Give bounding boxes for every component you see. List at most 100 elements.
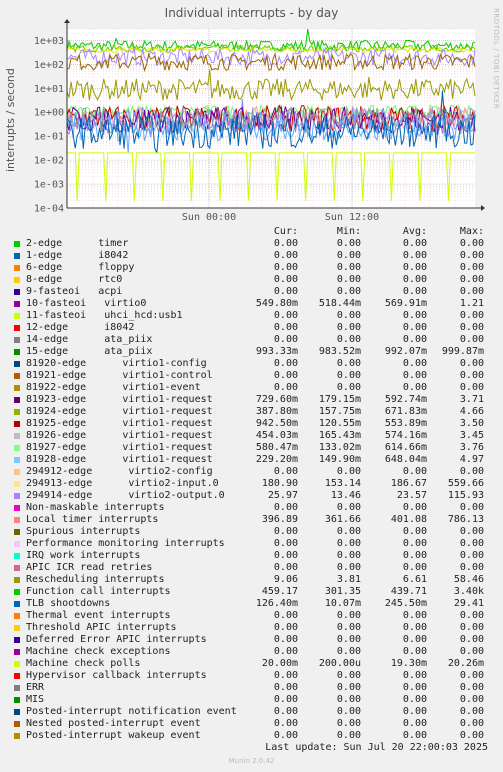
chart-svg: 1e+03 1e+02 1e+01 1e+00 1e-01 1e-02 1e-03 1e-04… xyxy=(34,19,485,223)
legend-swatch xyxy=(14,349,20,355)
legend-swatch xyxy=(14,241,20,247)
legend-max: 0.00 xyxy=(459,610,484,621)
legend-max: 3.45 xyxy=(459,430,484,441)
last-update: Last update: Sun Jul 20 22:00:03 2025 xyxy=(265,742,488,753)
legend-cur: 0.00 xyxy=(273,274,298,285)
legend-label: Posted-interrupt notification event xyxy=(26,706,237,717)
legend-swatch xyxy=(14,493,20,499)
legend-row: 14-edge ata_piix 0.00 0.00 0.00 0.00 xyxy=(0,334,503,346)
legend-min: 518.44m xyxy=(318,298,361,309)
legend-label: Deferred Error APIC interrupts xyxy=(26,634,207,645)
legend-cur: 0.00 xyxy=(273,562,298,573)
legend-max: 4.97 xyxy=(459,454,484,465)
legend-max: 0.00 xyxy=(459,466,484,477)
legend-max: 3.50 xyxy=(459,418,484,429)
legend-min: 0.00 xyxy=(336,370,361,381)
legend-cur: 0.00 xyxy=(273,718,298,729)
legend-swatch xyxy=(14,733,20,739)
legend-label: Local timer interrupts xyxy=(26,514,159,525)
header-max: Max: xyxy=(459,226,484,237)
legend-row: APIC ICR read retries 0.00 0.00 0.00 0.00 xyxy=(0,562,503,574)
legend-row: 8-edge rtc0 0.00 0.00 0.00 0.00 xyxy=(0,274,503,286)
legend-min: 0.00 xyxy=(336,310,361,321)
legend-max: 29.41 xyxy=(453,598,484,609)
legend-label: 15-edge ata_piix xyxy=(26,346,153,357)
legend-swatch xyxy=(14,469,20,475)
legend-swatch xyxy=(14,529,20,535)
legend-label: ERR xyxy=(26,682,45,693)
x-tick-label: Sun 00:00 xyxy=(182,212,236,223)
legend-max: 0.00 xyxy=(459,550,484,561)
legend-max: 3.76 xyxy=(459,442,484,453)
legend-row: TLB shootdowns 126.40m 10.07m 245.50m 29.41 xyxy=(0,598,503,610)
legend-max: 1.21 xyxy=(459,298,484,309)
legend-swatch xyxy=(14,649,20,655)
legend-cur: 942.50m xyxy=(255,418,298,429)
legend-row: MIS 0.00 0.00 0.00 0.00 xyxy=(0,694,503,706)
legend-min: 0.00 xyxy=(336,382,361,393)
legend-swatch xyxy=(14,685,20,691)
legend-row: IRQ work interrupts 0.00 0.00 0.00 0.00 xyxy=(0,550,503,562)
legend-swatch xyxy=(14,721,20,727)
legend-max: 0.00 xyxy=(459,694,484,705)
legend-cur: 0.00 xyxy=(273,382,298,393)
legend-min: 0.00 xyxy=(336,238,361,249)
legend-label: 81921-edge virtio1-control xyxy=(26,370,213,381)
legend-min: 0.00 xyxy=(336,334,361,345)
legend-swatch xyxy=(14,517,20,523)
legend-min: 0.00 xyxy=(336,718,361,729)
legend-max: 0.00 xyxy=(459,730,484,741)
legend-max: 0.00 xyxy=(459,646,484,657)
legend-swatch xyxy=(14,673,20,679)
legend-min: 0.00 xyxy=(336,466,361,477)
legend-label: 294912-edge virtio2-config xyxy=(26,466,213,477)
legend-max: 0.00 xyxy=(459,718,484,729)
legend-row: Nested posted-interrupt event 0.00 0.00 0.0… xyxy=(0,718,503,730)
y-tick-label: 1e-04 xyxy=(34,204,64,215)
legend-max: 3.71 xyxy=(459,394,484,405)
legend-cur: 0.00 xyxy=(273,310,298,321)
legend-swatch xyxy=(14,277,20,283)
legend-max: 786.13 xyxy=(447,514,484,525)
legend-cur: 0.00 xyxy=(273,526,298,537)
legend-max: 999.87m xyxy=(441,346,484,357)
legend-max: 0.00 xyxy=(459,526,484,537)
legend-cur: 0.00 xyxy=(273,502,298,513)
legend-cur: 993.33m xyxy=(255,346,298,357)
legend-label: Thermal event interrupts xyxy=(26,610,171,621)
legend-min: 153.14 xyxy=(324,478,361,489)
y-tick-label: 1e-02 xyxy=(34,156,64,167)
legend-max: 0.00 xyxy=(459,682,484,693)
legend-row: Local timer interrupts 396.89 361.66 401.08… xyxy=(0,514,503,526)
legend-min: 301.35 xyxy=(324,586,361,597)
legend-cur: 0.00 xyxy=(273,334,298,345)
legend-min: 0.00 xyxy=(336,634,361,645)
legend-min: 0.00 xyxy=(336,274,361,285)
legend-cur: 387.80m xyxy=(255,406,298,417)
legend-cur: 180.90 xyxy=(261,478,298,489)
legend-cur: 0.00 xyxy=(273,466,298,477)
legend-swatch xyxy=(14,481,20,487)
legend-swatch xyxy=(14,409,20,415)
y-tick-label: 1e+02 xyxy=(34,60,64,71)
legend-row: 81926-edge virtio1-request 454.03m 165.43m… xyxy=(0,430,503,442)
legend-label: 81924-edge virtio1-request xyxy=(26,406,213,417)
legend-max: 0.00 xyxy=(459,286,484,297)
legend-swatch xyxy=(14,433,20,439)
legend-swatch xyxy=(14,697,20,703)
legend-max: 0.00 xyxy=(459,634,484,645)
legend-row: 1-edge i8042 0.00 0.00 0.00 0.00 xyxy=(0,250,503,262)
legend-min: 133.02m xyxy=(318,442,361,453)
legend-swatch xyxy=(14,313,20,319)
legend-min: 0.00 xyxy=(336,322,361,333)
legend-min: 3.81 xyxy=(336,574,361,585)
legend-row: 2-edge timer 0.00 0.00 0.00 0.00 xyxy=(0,238,503,250)
legend-min: 0.00 xyxy=(336,538,361,549)
legend-row: 294912-edge virtio2-config 0.00 0.00 0.00 0.… xyxy=(0,466,503,478)
legend-swatch xyxy=(14,541,20,547)
legend-label: 81922-edge virtio1-event xyxy=(26,382,201,393)
legend-row: ERR 0.00 0.00 0.00 0.00 xyxy=(0,682,503,694)
legend-swatch xyxy=(14,577,20,583)
legend-cur: 0.00 xyxy=(273,250,298,261)
legend-max: 4.66 xyxy=(459,406,484,417)
